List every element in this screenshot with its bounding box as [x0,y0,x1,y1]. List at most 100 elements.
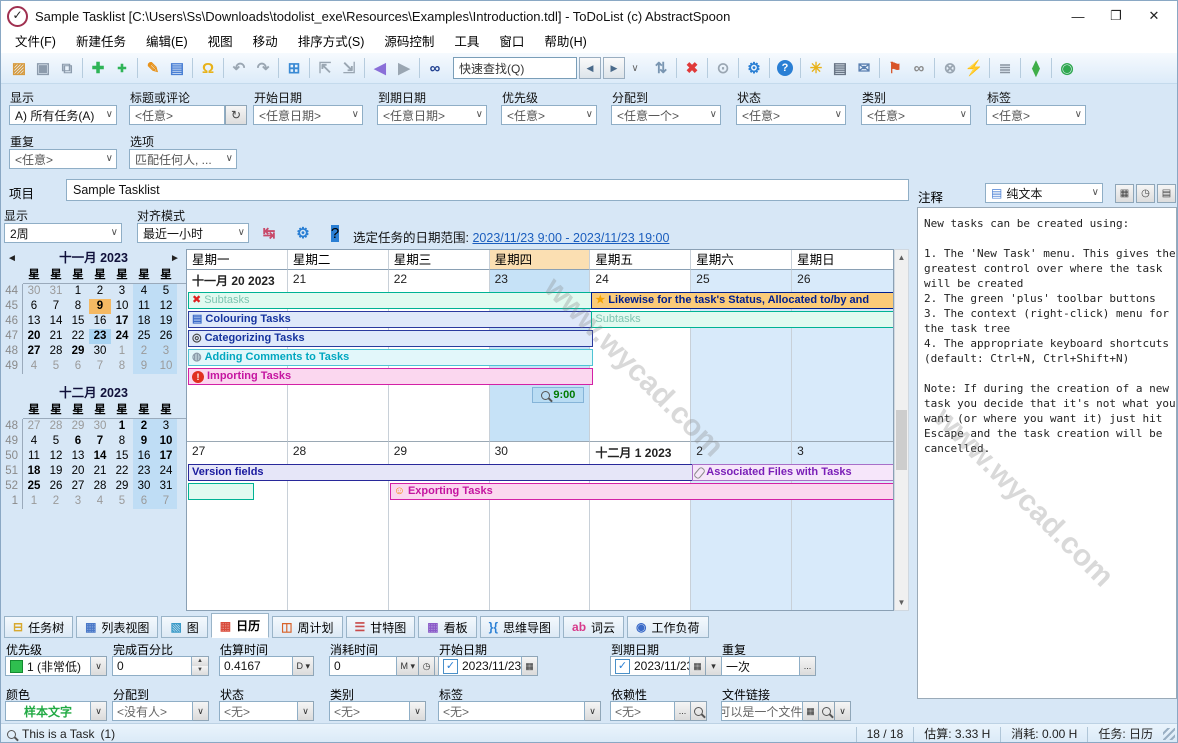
edit-task-icon[interactable]: ✎ [141,56,165,80]
mini-day-cell[interactable]: 30 [89,344,111,359]
mini-day-cell[interactable]: 20 [67,464,89,479]
cancel-icon[interactable]: ⊗ [938,56,962,80]
tab-思维导图[interactable]: }{思维导图 [480,616,560,638]
next-month-icon[interactable]: ► [168,249,182,268]
mini-day-cell[interactable]: 7 [89,359,111,374]
task-bar-subtasks[interactable]: ✖Subtasks [188,292,593,309]
filter-选项-combo[interactable]: 匹配任何人, ...∨ [129,149,237,169]
help-icon[interactable]: ? [773,56,797,80]
chevron-down-icon[interactable]: ∨ [410,701,426,721]
percent-spinner[interactable]: ▲▼ [192,656,209,676]
mini-day-cell[interactable]: 28 [45,344,67,359]
menu-排序方式-s[interactable]: 排序方式(S) [288,31,375,53]
refresh-filter-icon[interactable]: ↻ [225,105,247,125]
mini-day-cell[interactable]: 18 [23,464,45,479]
mini-day-cell[interactable]: 4 [133,284,155,299]
mini-day-cell[interactable]: 12 [45,449,67,464]
print-icon[interactable]: ▤ [828,56,852,80]
menu-移动[interactable]: 移动 [243,31,288,53]
field-value[interactable]: ✓2023/11/23 [438,656,522,676]
mini-day-cell[interactable]: 31 [45,284,67,299]
new-subtask-icon[interactable]: ✚ [110,56,134,80]
close-button[interactable]: ✕ [1137,4,1171,28]
mini-day-cell[interactable]: 16 [89,314,111,329]
mini-day-cell[interactable]: 4 [89,494,111,509]
tab-看板[interactable]: ▦看板 [418,616,476,638]
mini-day-cell[interactable]: 14 [45,314,67,329]
task-bar-mint[interactable] [188,483,254,500]
mini-day-cell[interactable]: 29 [67,419,89,434]
mini-day-cell[interactable]: 21 [45,329,67,344]
mini-day-cell[interactable]: 8 [67,299,89,314]
mini-day-cell[interactable]: 2 [89,284,111,299]
mini-day-cell[interactable]: 5 [111,494,133,509]
maximize-view-icon[interactable]: ⊞ [282,56,306,80]
scroll-down-icon[interactable]: ▼ [895,595,908,610]
mini-day-cell[interactable]: 3 [111,284,133,299]
mini-day-cell[interactable]: 3 [155,344,177,359]
tab-甘特图[interactable]: ☰甘特图 [346,616,416,638]
calendar-show-combo[interactable]: 2周∨ [4,223,122,243]
chevron-down-icon[interactable]: ∨ [835,701,851,721]
mini-day-cell[interactable]: 4 [23,359,45,374]
undo-icon[interactable]: ↶ [227,56,251,80]
comments-time-icon[interactable]: ◷ [1136,184,1155,203]
activity-log-icon[interactable]: ≣ [993,56,1017,80]
more-options-button[interactable]: ... [800,656,816,676]
mini-day-cell[interactable]: 27 [23,419,45,434]
menu-窗口[interactable]: 窗口 [489,31,534,53]
field-value[interactable]: ✓2023/11/23 [610,656,690,676]
field-value[interactable]: 0 [329,656,397,676]
preferences-icon[interactable]: ⚙ [742,56,766,80]
tab-列表视图[interactable]: ▦列表视图 [76,616,158,638]
menu-源码控制[interactable]: 源码控制 [374,31,444,53]
field-value[interactable]: 1 (非常低) [5,656,91,676]
mini-day-cell[interactable]: 9 [133,359,155,374]
mini-day-cell[interactable]: 6 [133,494,155,509]
task-bar-importing-tasks[interactable]: !Importing Tasks [188,368,593,385]
field-value[interactable]: <没有人> [112,701,193,721]
mini-day-cell[interactable]: 25 [23,479,45,494]
mini-day-cell[interactable]: 13 [67,449,89,464]
chevron-down-icon[interactable]: ∨ [91,656,107,676]
menu-工具[interactable]: 工具 [444,31,489,53]
mini-day-cell[interactable]: 10 [111,299,133,314]
comments-format-combo[interactable]: ▤ 纯文本 ∨ [985,183,1103,203]
filter-显示-combo[interactable]: A) 所有任务(A)∨ [9,105,117,125]
calendar-help-icon[interactable]: ? [323,222,347,244]
task-bar-subtasks[interactable]: Subtasks [591,311,894,328]
time-unit-button[interactable]: M ▾ [397,656,419,676]
tab-周计划[interactable]: ◫周计划 [272,616,342,638]
browse-file-icon[interactable]: ▦ [803,701,819,721]
comments-date-icon[interactable]: ▦ [1115,184,1134,203]
mini-day-cell[interactable]: 31 [155,479,177,494]
web-update-icon[interactable]: ◉ [1055,56,1079,80]
menu-编辑-e[interactable]: 编辑(E) [136,31,198,53]
mini-day-cell[interactable]: 23 [133,464,155,479]
scroll-up-icon[interactable]: ▲ [895,250,908,265]
reminder-icon[interactable]: Ω [196,56,220,80]
align-tasks-icon[interactable]: ↹ [257,222,281,244]
prev-month-icon[interactable]: ◄ [5,249,19,268]
mini-day-cell[interactable]: 11 [133,299,155,314]
minimize-button[interactable]: — [1061,4,1095,28]
mini-day-cell[interactable]: 30 [89,419,111,434]
menu-视图[interactable]: 视图 [198,31,243,53]
mini-day-cell[interactable]: 6 [23,299,45,314]
back-icon[interactable]: ◀ [368,56,392,80]
maximize-button[interactable]: ❐ [1099,4,1133,28]
mini-day-cell[interactable]: 15 [111,449,133,464]
mini-day-cell[interactable]: 30 [23,284,45,299]
mini-day-cell[interactable]: 2 [45,494,67,509]
paste-under-icon[interactable]: ⇲ [337,56,361,80]
mini-day-cell[interactable]: 11 [23,449,45,464]
find-tasks-icon[interactable]: ∞ [423,56,447,80]
mini-day-cell[interactable]: 17 [111,314,133,329]
task-bar-version-fields[interactable]: Version fields [188,464,694,481]
mini-day-cell[interactable]: 24 [111,329,133,344]
mini-day-cell[interactable]: 27 [23,344,45,359]
mini-day-cell[interactable]: 8 [111,434,133,449]
mini-day-cell[interactable]: 5 [45,359,67,374]
save-icon[interactable]: ▣ [31,56,55,80]
mini-day-cell[interactable]: 18 [133,314,155,329]
